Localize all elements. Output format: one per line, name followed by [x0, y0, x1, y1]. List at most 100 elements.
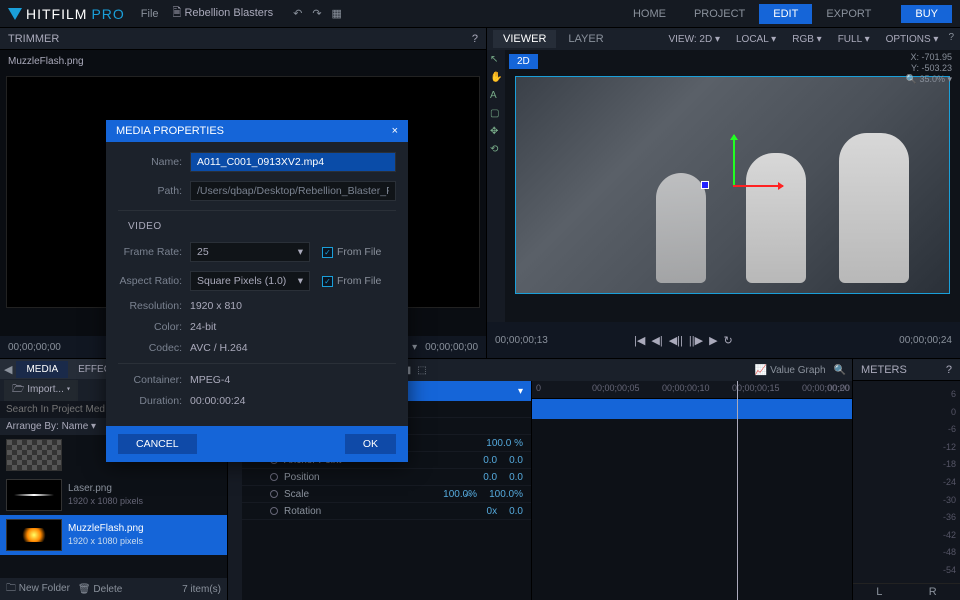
help-icon[interactable]: ?	[472, 33, 478, 45]
local-mode[interactable]: LOCAL ▾	[730, 32, 782, 47]
cancel-button[interactable]: CANCEL	[118, 434, 197, 454]
menu-file[interactable]: File	[141, 8, 159, 20]
media-thumbnail	[6, 479, 62, 511]
video-section-label: VIDEO	[128, 221, 396, 232]
grid-icon[interactable]: ▦	[332, 7, 342, 20]
media-item-name: Laser.png	[68, 482, 143, 495]
trimmer-tc-right: 00;00;00;00	[425, 342, 478, 353]
playhead[interactable]	[737, 381, 738, 600]
top-icons: ↶ ↷ ▦	[293, 7, 342, 20]
codec-value: AVC / H.264	[190, 342, 248, 354]
rgb-mode[interactable]: RGB ▾	[786, 32, 827, 47]
crop-tool-icon[interactable]: ▢	[490, 108, 502, 120]
keyframe-toggle[interactable]	[270, 473, 278, 481]
from-file-checkbox[interactable]: ✓	[322, 247, 333, 258]
chevron-down-icon[interactable]: ▾	[518, 386, 523, 397]
trimmer-tc-left: 00;00;00;00	[8, 342, 61, 353]
select-tool-icon[interactable]: ↖	[490, 54, 502, 66]
media-thumbnail	[6, 439, 62, 471]
gizmo-y-axis[interactable]	[733, 135, 735, 185]
tab-edit[interactable]: EDIT	[759, 4, 812, 24]
logo-icon	[8, 8, 22, 20]
name-field[interactable]	[190, 152, 396, 172]
layer-tab[interactable]: LAYER	[558, 30, 613, 48]
goto-start-icon[interactable]: |◀	[634, 334, 645, 347]
viewer-canvas[interactable]	[515, 76, 950, 294]
viewer-zoom[interactable]: 35.0%	[919, 74, 945, 84]
redo-icon[interactable]: ↷	[312, 7, 321, 20]
container-value: MPEG-4	[190, 374, 230, 386]
keyframe-toggle[interactable]	[270, 490, 278, 498]
dialog-title: MEDIA PROPERTIES	[116, 125, 224, 137]
viewer-toolbar: ↖ ✋ A ▢ ✥ ⟲	[487, 50, 505, 322]
full-mode[interactable]: FULL ▾	[832, 32, 876, 47]
next-frame-icon[interactable]: ▶	[709, 334, 717, 347]
kf-tool-icon[interactable]: ⬚	[417, 365, 426, 376]
color-value: 24-bit	[190, 321, 216, 333]
from-file-checkbox[interactable]: ✓	[322, 276, 333, 287]
media-thumbnail	[6, 519, 62, 551]
media-properties-dialog: MEDIA PROPERTIES × Name: Path: VIDEO Fra…	[106, 120, 408, 462]
viewer-coordinates: X: -701.95 Y: -503.23 🔍 35.0% ▾	[906, 52, 952, 85]
app-logo: HITFILM PRO	[8, 6, 125, 22]
app-name: HITFILM	[26, 6, 87, 22]
play-icon[interactable]: ||▶	[689, 334, 703, 347]
text-tool-icon[interactable]: A	[490, 90, 502, 102]
gizmo-z-handle[interactable]	[701, 181, 709, 189]
item-count: 7 item(s)	[182, 584, 221, 595]
viewer-panel: VIEWER LAYER VIEW: 2D ▾ LOCAL ▾ RGB ▾ FU…	[486, 28, 960, 358]
meters-title: METERS	[861, 364, 907, 376]
import-button[interactable]: 🗁 Import... ▾	[4, 380, 78, 401]
media-item-name: MuzzleFlash.png	[68, 522, 144, 535]
close-icon[interactable]: ×	[392, 125, 398, 137]
rotate-tool-icon[interactable]: ⟲	[490, 144, 502, 156]
resolution-value: 1920 x 810	[190, 300, 242, 312]
frame-rate-select[interactable]: 25▾	[190, 242, 310, 262]
meters-scale: 60-6 -12-18-24 -30-36-42 -48-54	[853, 381, 960, 583]
search-icon[interactable]: 🔍	[834, 365, 846, 376]
help-icon[interactable]: ?	[948, 32, 954, 47]
top-bar: HITFILM PRO File 🗎 Rebellion Blasters ↶ …	[0, 0, 960, 28]
media-item[interactable]: MuzzleFlash.png1920 x 1080 pixels	[0, 515, 227, 555]
play-back-icon[interactable]: ◀||	[669, 334, 683, 347]
path-field[interactable]	[190, 181, 396, 201]
timeline-tracks[interactable]: 0 00;00;00;05 00;00;00;10 00;00;00;15 00…	[532, 381, 852, 600]
delete-button[interactable]: 🗑 Delete	[78, 584, 122, 595]
hand-tool-icon[interactable]: ✋	[490, 72, 502, 84]
workspace-tabs: HOME PROJECT EDIT EXPORT BUY	[619, 4, 952, 24]
scene-figure	[746, 153, 806, 283]
viewer-tc-left: 00;00;00;13	[495, 335, 548, 346]
tab-export[interactable]: EXPORT	[812, 4, 885, 24]
property-row[interactable]: Rotation0x0.0	[242, 503, 531, 520]
aspect-ratio-select[interactable]: Square Pixels (1.0)▾	[190, 271, 310, 291]
chevron-left-icon[interactable]: ◀	[0, 363, 16, 376]
tab-project[interactable]: PROJECT	[680, 4, 759, 24]
view-mode[interactable]: VIEW: 2D ▾	[662, 32, 726, 47]
viewer-tc-right: 00;00;00;24	[899, 335, 952, 346]
keyframe-toggle[interactable]	[270, 507, 278, 515]
undo-icon[interactable]: ↶	[293, 7, 302, 20]
app-edition: PRO	[91, 6, 124, 22]
viewer-tab[interactable]: VIEWER	[493, 30, 556, 48]
scene-figure	[839, 133, 909, 283]
property-row[interactable]: Scale⇔100.0%100.0%	[242, 486, 531, 503]
buy-button[interactable]: BUY	[901, 5, 952, 23]
property-row[interactable]: Position0.00.0	[242, 469, 531, 486]
move-tool-icon[interactable]: ✥	[490, 126, 502, 138]
media-tab[interactable]: MEDIA	[16, 361, 68, 378]
prev-frame-icon[interactable]: ◀|	[651, 334, 662, 347]
media-item[interactable]: Laser.png1920 x 1080 pixels	[0, 475, 227, 515]
viewer-mode-2d[interactable]: 2D	[509, 54, 538, 69]
trimmer-clip-name: MuzzleFlash.png	[8, 56, 84, 67]
help-icon[interactable]: ?	[946, 364, 952, 376]
tab-home[interactable]: HOME	[619, 4, 680, 24]
ok-button[interactable]: OK	[345, 434, 396, 454]
gizmo-x-axis[interactable]	[733, 185, 783, 187]
loop-icon[interactable]: ↻	[724, 334, 733, 347]
scene-figure	[656, 173, 706, 283]
menu-project[interactable]: 🗎 Rebellion Blasters	[173, 4, 274, 23]
options-menu[interactable]: OPTIONS ▾	[880, 32, 945, 47]
meters-panel: METERS? 60-6 -12-18-24 -30-36-42 -48-54 …	[852, 359, 960, 600]
value-graph-button[interactable]: 📈 Value Graph	[755, 365, 826, 376]
new-folder-button[interactable]: 🗀 New Folder	[6, 581, 70, 598]
